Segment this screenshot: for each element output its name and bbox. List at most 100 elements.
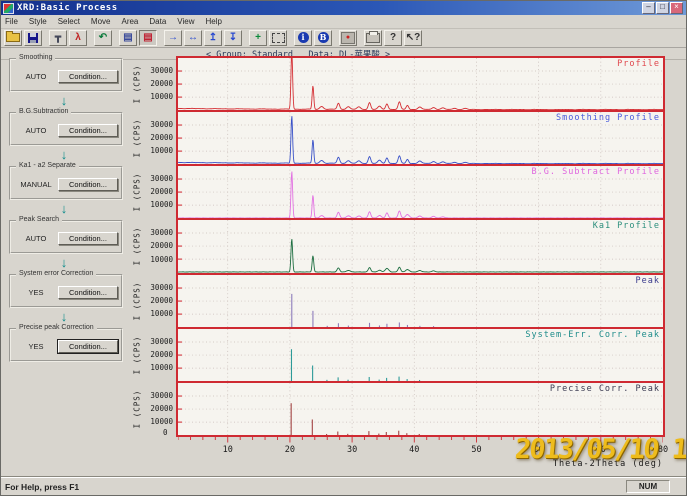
condition-button[interactable]: Condition...	[58, 286, 118, 299]
layout-stacked-icon[interactable]: ▤	[139, 30, 157, 46]
save-icon[interactable]	[24, 30, 42, 46]
x-tick-label: 30	[347, 445, 357, 455]
y-tick-label: 20000	[150, 404, 173, 413]
y-tick-label: 30000	[150, 174, 173, 183]
step-group-smoothing: SmoothingAUTOCondition...	[9, 58, 123, 92]
step-title: Peak Search	[16, 216, 62, 223]
step-group-system-error-correction: System error CorrectionYESCondition...	[9, 274, 123, 308]
y-tick-label: 10000	[150, 92, 173, 101]
toolbar-separator	[288, 30, 293, 46]
axis-setup-icon[interactable]: ┳	[49, 30, 67, 46]
y-tick-label: 30000	[150, 120, 173, 129]
condition-button[interactable]: Condition...	[58, 178, 118, 191]
condition-button[interactable]: Condition...	[58, 124, 118, 137]
toolbar-separator	[358, 30, 363, 46]
chart-panel-ka1-profile: Ka1 Profile300002000010000I (CPS)	[178, 220, 663, 274]
info-i-icon[interactable]: i	[294, 30, 312, 46]
toolbar-separator	[158, 30, 163, 46]
toolbar-separator	[43, 30, 48, 46]
step-mode-value: MANUAL	[14, 180, 58, 189]
context-help-icon[interactable]: ↖?	[404, 30, 422, 46]
y-tick-label: 10000	[150, 200, 173, 209]
toolbar: ┳λ ↶ ▤▤ →↔↥↧ + iB ●?↖?	[1, 28, 687, 48]
condition-button[interactable]: Condition...	[58, 70, 118, 83]
y-tick-label: 10000	[150, 417, 173, 426]
y-axis-title: I (CPS)	[133, 115, 142, 161]
step-mode-value: YES	[14, 342, 58, 351]
y-tick-label: 20000	[150, 187, 173, 196]
y-axis-title: I (CPS)	[133, 169, 142, 215]
chart-panel-precise-corr-peak: Precise Corr. Peak300002000010000I (CPS)	[178, 383, 663, 435]
y-tick-label: 10000	[150, 146, 173, 155]
lambda-icon[interactable]: λ	[69, 30, 87, 46]
panel-label: Profile	[617, 59, 660, 69]
smooth-arrow-icon[interactable]: →	[164, 30, 182, 46]
step-title: B.G.Subtraction	[16, 108, 71, 115]
status-bar: For Help, press F1 NUM	[1, 477, 686, 495]
menu-view[interactable]: View	[177, 17, 194, 26]
select-area-icon	[272, 33, 285, 43]
step-group-ka1-a2-separate: Ka1 - a2 SeparateMANUALCondition...	[9, 166, 123, 200]
y-tick-label: 30000	[150, 337, 173, 346]
menu-area[interactable]: Area	[121, 17, 138, 26]
layout-overlap-icon[interactable]: ▤	[119, 30, 137, 46]
process-steps-sidebar: SmoothingAUTOCondition...↓B.G.Subtractio…	[1, 58, 135, 362]
status-help-text: For Help, press F1	[1, 482, 79, 492]
print-icon[interactable]	[364, 30, 382, 46]
menu-bar: File Style Select Move Area Data View Help	[1, 15, 687, 29]
y-axis-title: I (CPS)	[133, 278, 142, 324]
minimize-button[interactable]: –	[642, 2, 655, 14]
step-group-b-g-subtraction: B.G.SubtractionAUTOCondition...	[9, 112, 123, 146]
step-group-precise-peak-correction: Precise peak CorrectionYESCondition...	[9, 328, 123, 362]
y-tick-label: 30000	[150, 66, 173, 75]
y-tick-label: 30000	[150, 283, 173, 292]
chart-panel-peak: Peak300002000010000I (CPS)	[178, 275, 663, 329]
panel-label: Precise Corr. Peak	[550, 384, 660, 394]
panel-label: System-Err. Corr. Peak	[525, 330, 660, 340]
menu-file[interactable]: File	[5, 17, 18, 26]
maximize-button[interactable]: □	[656, 2, 669, 14]
undo-icon[interactable]: ↶	[94, 30, 112, 46]
step-mode-value: YES	[14, 288, 58, 297]
title-bar: XRD:Basic Process –□×	[1, 1, 686, 15]
toolbar-separator	[113, 30, 118, 46]
camera-timestamp: 2013/05/10 15:2	[514, 434, 687, 465]
x-tick-label: 50	[471, 445, 481, 455]
display-mode-icon[interactable]: ●	[339, 30, 357, 46]
expand-horizontal-icon[interactable]: ↔	[184, 30, 202, 46]
plot-area: Profile300002000010000I (CPS)Smoothing P…	[176, 56, 665, 437]
menu-move[interactable]: Move	[91, 17, 111, 26]
chart-panel-system-err-corr-peak: System-Err. Corr. Peak300002000010000I (…	[178, 329, 663, 383]
window-title: XRD:Basic Process	[17, 3, 118, 13]
close-button[interactable]: ×	[670, 2, 683, 14]
menu-data[interactable]: Data	[149, 17, 166, 26]
step-mode-value: AUTO	[14, 72, 58, 81]
window-controls: –□×	[642, 2, 686, 14]
step-title: System error Correction	[16, 270, 96, 277]
toolbar-separator	[333, 30, 338, 46]
shift-down-icon[interactable]: ↧	[224, 30, 242, 46]
step-mode-value: AUTO	[14, 234, 58, 243]
panel-label: B.G. Subtract Profile	[532, 167, 660, 177]
select-area-icon[interactable]	[269, 30, 287, 46]
condition-button[interactable]: Condition...	[58, 340, 118, 353]
open-icon[interactable]	[4, 30, 22, 46]
menu-select[interactable]: Select	[58, 17, 80, 26]
y-axis-title: I (CPS)	[133, 223, 142, 269]
step-title: Smoothing	[16, 54, 55, 61]
help-icon[interactable]: ?	[384, 30, 402, 46]
num-lock-indicator: NUM	[626, 480, 670, 493]
menu-help[interactable]: Help	[206, 17, 222, 26]
panel-label: Smoothing Profile	[556, 113, 660, 123]
menu-style[interactable]: Style	[29, 17, 47, 26]
center-peak-icon[interactable]: +	[249, 30, 267, 46]
x-tick-label: 20	[285, 445, 295, 455]
condition-button[interactable]: Condition...	[58, 232, 118, 245]
step-title: Ka1 - a2 Separate	[16, 162, 79, 169]
y-tick-label: 10000	[150, 363, 173, 372]
info-b-icon[interactable]: B	[314, 30, 332, 46]
y-tick-label: 20000	[150, 296, 173, 305]
shift-up-icon[interactable]: ↥	[204, 30, 222, 46]
chart-panel-smoothing-profile: Smoothing Profile300002000010000I (CPS)	[178, 112, 663, 166]
y-tick-label: 20000	[150, 79, 173, 88]
